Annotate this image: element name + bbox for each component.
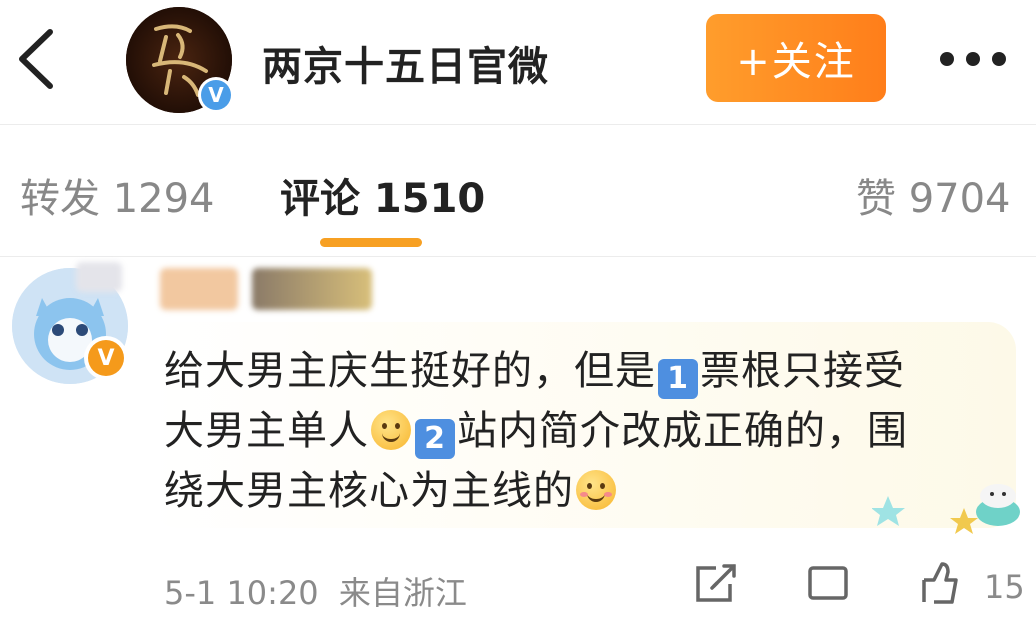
- tab-likes[interactable]: 赞 9704: [856, 166, 1011, 224]
- back-arrow-icon[interactable]: [14, 26, 60, 92]
- vip-badge-icon: V: [84, 336, 128, 380]
- account-name[interactable]: 两京十五日官微: [262, 34, 549, 92]
- tab-reposts[interactable]: 转发 1294: [20, 166, 215, 224]
- username-redacted[interactable]: [160, 268, 238, 310]
- keycap-two-icon: 2: [415, 419, 455, 459]
- share-icon[interactable]: [694, 562, 738, 606]
- location: 来自浙江: [338, 574, 467, 612]
- tab-active-indicator: [320, 238, 422, 247]
- comment-text-line: 绕大男主核心为主线的: [164, 458, 618, 516]
- comment-meta: 5-1 10:20 来自浙江: [164, 568, 467, 614]
- avatar-frame-redacted: [76, 262, 122, 292]
- tab-comments[interactable]: 评论 1510: [280, 166, 485, 224]
- timestamp: 5-1 10:20: [164, 574, 319, 612]
- divider: [0, 256, 1036, 257]
- divider: [0, 124, 1036, 125]
- comment-text-line: 给大男主庆生挺好的，但是 1 票根只接受: [164, 338, 905, 399]
- top-bar: V 两京十五日官微 +关注: [0, 0, 1036, 124]
- verified-icon: V: [198, 77, 234, 113]
- smile-emoji-icon: [371, 410, 411, 450]
- cake-decoration-icon: [872, 484, 1020, 534]
- comment-icon[interactable]: [806, 562, 850, 606]
- more-icon[interactable]: [938, 44, 1008, 74]
- keycap-one-icon: 1: [658, 359, 698, 399]
- like-icon[interactable]: [920, 560, 960, 606]
- blush-emoji-icon: [576, 470, 616, 510]
- username-redacted[interactable]: [252, 268, 372, 310]
- comment-text-line: 大男主单人 2 站内简介改成正确的，围: [164, 398, 908, 459]
- follow-button[interactable]: +关注: [706, 14, 886, 102]
- like-count: 15: [984, 568, 1025, 606]
- account-avatar[interactable]: V: [126, 7, 234, 113]
